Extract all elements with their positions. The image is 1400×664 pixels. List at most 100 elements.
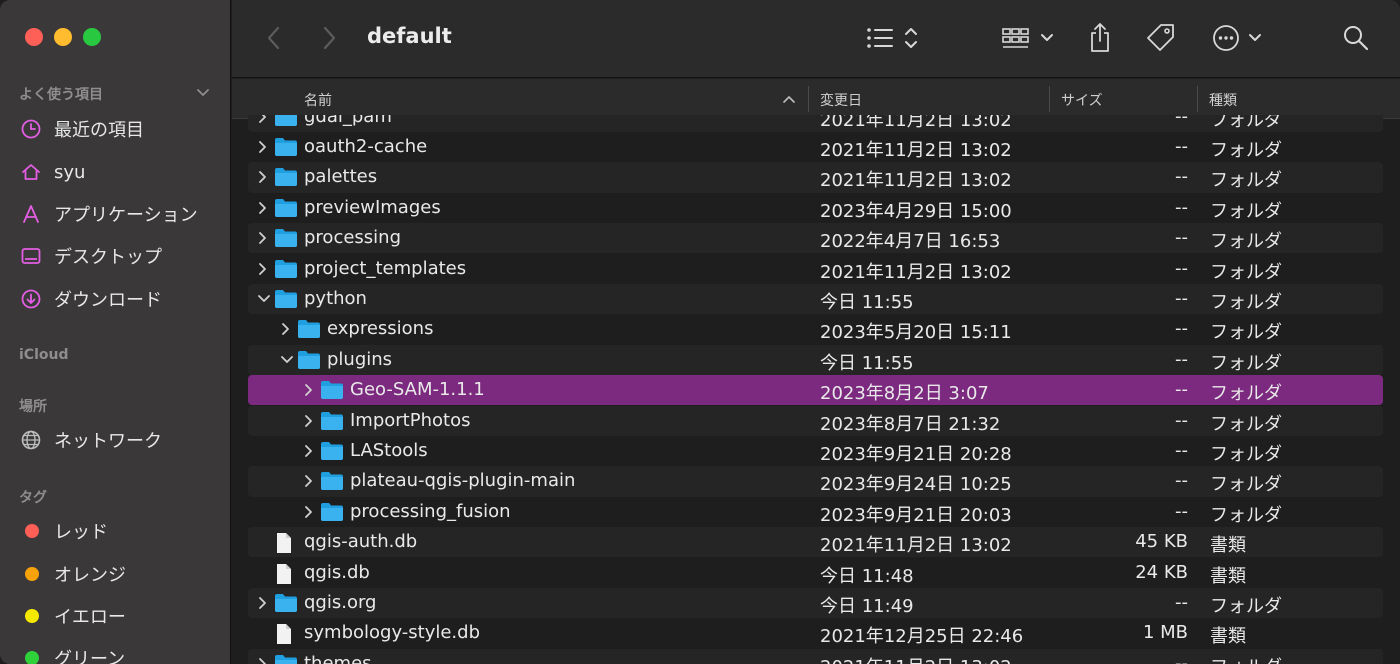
forward-button[interactable] [320, 22, 338, 54]
item-modified-date: 2023年9月21日 20:28 [820, 443, 1012, 465]
item-kind: フォルダ [1210, 261, 1282, 283]
folder-row[interactable]: python 今日 11:55 -- フォルダ [248, 283, 1383, 315]
item-size: 45 KB [1135, 531, 1188, 553]
column-separator[interactable] [1197, 86, 1198, 112]
item-size: -- [1175, 287, 1188, 309]
share-button[interactable] [1087, 22, 1113, 54]
folder-row[interactable]: plateau-qgis-plugin-main 2023年9月24日 10:25… [248, 466, 1383, 497]
disclosure-collapsed-icon[interactable] [257, 656, 269, 664]
tags-button[interactable] [1145, 22, 1177, 54]
sidebar-item-downloads[interactable]: ダウンロード [20, 284, 225, 314]
folder-row[interactable]: Geo-SAM-1.1.1 2023年8月2日 3:07 -- フォルダ [248, 375, 1383, 406]
home-icon [22, 164, 40, 180]
back-button[interactable] [265, 22, 283, 54]
folder-row[interactable]: qgis.org 今日 11:49 -- フォルダ [248, 587, 1383, 619]
column-kind[interactable]: 種類 [1209, 90, 1237, 110]
folder-icon [297, 350, 321, 375]
minimize-window-button[interactable] [54, 28, 72, 46]
file-row[interactable]: symbology-style.db 2021年12月25日 22:46 1 MB 書… [248, 618, 1383, 648]
sidebar-section-favorites[interactable]: よく使う項目 [19, 84, 103, 104]
sidebar-tag-green[interactable]: グリーン [20, 643, 225, 664]
folder-icon [320, 502, 344, 527]
group-button[interactable] [1001, 22, 1057, 54]
disclosure-collapsed-icon[interactable] [303, 413, 315, 429]
sidebar-section-tags[interactable]: タグ [19, 487, 47, 507]
disclosure-collapsed-icon[interactable] [303, 504, 315, 520]
folder-row[interactable]: themes 2021年11月2日 13:02 -- フォルダ [248, 648, 1383, 664]
collapse-chevron-icon[interactable] [196, 86, 210, 100]
disclosure-collapsed-icon[interactable] [303, 443, 315, 459]
sidebar-tag-yellow[interactable]: イエロー [20, 601, 225, 631]
file-row[interactable]: qgis-auth.db 2021年11月2日 13:02 45 KB 書類 [248, 527, 1383, 558]
close-window-button[interactable] [25, 28, 43, 46]
column-size[interactable]: サイズ [1061, 90, 1103, 110]
folder-icon [274, 198, 298, 223]
network-icon [21, 430, 41, 450]
item-name: project_templates [304, 257, 467, 279]
item-kind: フォルダ [1210, 231, 1282, 253]
sidebar-item-network[interactable]: ネットワーク [20, 425, 225, 455]
item-modified-date: 今日 11:55 [820, 352, 914, 374]
folder-icon [274, 137, 298, 162]
disclosure-collapsed-icon[interactable] [280, 321, 292, 337]
disclosure-collapsed-icon[interactable] [303, 382, 315, 398]
sidebar-item-applications[interactable]: アプリケーション [20, 199, 225, 229]
zoom-window-button[interactable] [83, 28, 101, 46]
folder-row[interactable]: oauth2-cache 2021年11月2日 13:02 -- フォルダ [248, 132, 1383, 162]
column-separator[interactable] [1049, 86, 1050, 112]
folder-row[interactable]: project_templates 2021年11月2日 13:02 -- フォルダ [248, 254, 1383, 284]
item-name: plateau-qgis-plugin-main [350, 470, 576, 492]
disclosure-collapsed-icon[interactable] [257, 169, 269, 185]
sidebar-item-home[interactable]: syu [20, 157, 225, 187]
file-list: gdal_pam 2021年11月2日 13:02 -- フォルダ oauth2-cac… [232, 115, 1400, 664]
item-name: plugins [327, 348, 393, 370]
disclosure-collapsed-icon[interactable] [257, 261, 269, 277]
disclosure-collapsed-icon[interactable] [257, 595, 269, 611]
disclosure-collapsed-icon[interactable] [257, 200, 269, 216]
disclosure-collapsed-icon[interactable] [257, 139, 269, 155]
document-icon [274, 563, 294, 590]
item-name: qgis-auth.db [304, 531, 418, 553]
sidebar-item-recents[interactable]: 最近の項目 [20, 114, 225, 144]
folder-row[interactable]: palettes 2021年11月2日 13:02 -- フォルダ [248, 162, 1383, 193]
item-kind: 書類 [1210, 626, 1246, 648]
search-button[interactable] [1342, 22, 1370, 54]
folder-row[interactable]: processing_fusion 2023年9月21日 20:03 -- フォルダ [248, 497, 1383, 527]
folder-row[interactable]: gdal_pam 2021年11月2日 13:02 -- フォルダ [248, 115, 1383, 132]
action-menu-button[interactable] [1211, 22, 1263, 54]
applications-icon [23, 205, 39, 223]
sidebar-section-icloud[interactable]: iCloud [19, 347, 68, 363]
sidebar-item-label: ダウンロード [54, 290, 162, 311]
item-kind: フォルダ [1210, 322, 1282, 344]
item-name: themes [304, 652, 372, 664]
item-kind: フォルダ [1210, 474, 1282, 496]
item-size: -- [1175, 348, 1188, 370]
disclosure-expanded-icon[interactable] [280, 352, 293, 368]
sidebar-item-desktop[interactable]: デスクトップ [20, 241, 225, 271]
folder-row[interactable]: processing 2022年4月7日 16:53 -- フォルダ [248, 223, 1383, 254]
folder-row[interactable]: expressions 2023年5月20日 15:11 -- フォルダ [248, 314, 1383, 344]
disclosure-collapsed-icon[interactable] [257, 230, 269, 246]
folder-row[interactable]: LAStools 2023年9月21日 20:28 -- フォルダ [248, 436, 1383, 466]
folder-icon [274, 259, 298, 284]
file-row[interactable]: qgis.db 今日 11:48 24 KB 書類 [248, 558, 1383, 588]
disclosure-collapsed-icon[interactable] [257, 115, 269, 125]
folder-row[interactable]: ImportPhotos 2023年8月7日 21:32 -- フォルダ [248, 405, 1383, 436]
sort-ascending-icon[interactable] [782, 93, 796, 105]
disclosure-collapsed-icon[interactable] [303, 473, 315, 489]
disclosure-expanded-icon[interactable] [257, 291, 270, 307]
item-kind: 書類 [1210, 535, 1246, 557]
tag-orange-dot-icon [25, 567, 39, 581]
folder-row[interactable]: plugins 今日 11:55 -- フォルダ [248, 344, 1383, 376]
column-modified[interactable]: 変更日 [820, 90, 862, 110]
view-mode-button[interactable] [865, 22, 921, 54]
column-name[interactable]: 名前 [304, 90, 332, 110]
item-modified-date: 2021年12月25日 22:46 [820, 626, 1024, 648]
sidebar-tag-red[interactable]: レッド [20, 516, 225, 546]
item-size: -- [1175, 318, 1188, 340]
column-separator[interactable] [808, 86, 809, 112]
folder-row[interactable]: previewImages 2023年4月29日 15:00 -- フォルダ [248, 193, 1383, 223]
sidebar-item-label: オレンジ [54, 565, 126, 586]
sidebar-tag-orange[interactable]: オレンジ [20, 559, 225, 589]
sidebar-section-locations[interactable]: 場所 [19, 396, 47, 416]
